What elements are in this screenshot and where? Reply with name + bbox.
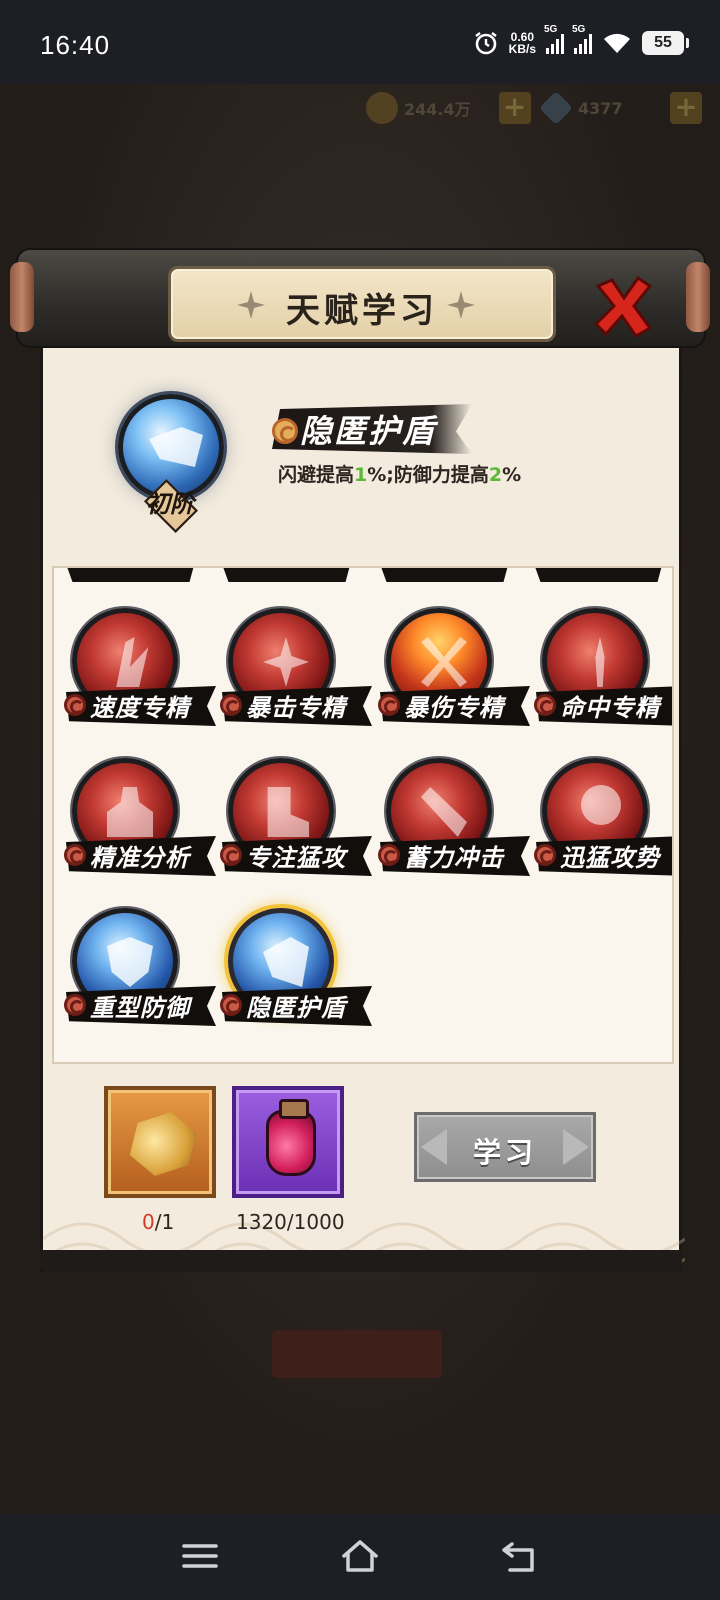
partially-scrolled-row	[54, 568, 672, 582]
talent-grid[interactable]: 速度专精 暴击专精 暴伤专精 命中专精 精准分析 专注猛攻 蓄力冲击 迅猛攻势	[52, 566, 674, 1064]
talent-item[interactable]: 专注猛攻	[216, 754, 372, 884]
swirl-icon	[64, 694, 86, 716]
background-button	[272, 1330, 442, 1378]
swirl-icon	[220, 994, 242, 1016]
wifi-icon	[604, 33, 630, 53]
scroll-cap-right	[686, 262, 710, 332]
net-speed: 0.60 KB/s	[508, 30, 536, 56]
coin-resource: 244.4万 +	[366, 90, 531, 126]
potion-slot[interactable]	[232, 1086, 344, 1198]
gem-resource: 4377	[539, 90, 623, 126]
coin-icon	[366, 92, 398, 124]
talent-label: 专注猛攻	[246, 843, 346, 872]
talent-item[interactable]: 暴伤专精	[374, 604, 530, 734]
talent-item-selected[interactable]: 隐匿护盾	[216, 904, 372, 1034]
talent-label: 暴击专精	[246, 693, 346, 722]
swirl-icon	[378, 844, 400, 866]
swirl-icon	[534, 844, 556, 866]
home-icon[interactable]	[338, 1536, 382, 1576]
gem-icon	[539, 91, 573, 125]
menu-icon[interactable]	[178, 1536, 222, 1576]
signal-icon: 5G	[544, 24, 564, 54]
talent-label: 重型防御	[90, 993, 190, 1022]
talent-label: 隐匿护盾	[246, 993, 346, 1022]
close-button[interactable]	[592, 276, 654, 338]
talent-label: 速度专精	[90, 693, 190, 722]
talent-label: 暴伤专精	[404, 693, 504, 722]
system-nav-bar	[0, 1514, 720, 1600]
talent-item[interactable]: 精准分析	[60, 754, 216, 884]
status-bar: 16:40 0.60 KB/s 5G 5G 55	[0, 0, 720, 84]
selected-skill-name: 隐匿护盾	[300, 412, 437, 450]
swirl-icon	[378, 694, 400, 716]
talent-item[interactable]: 速度专精	[60, 604, 216, 734]
back-icon[interactable]	[498, 1536, 542, 1576]
talent-label: 命中专精	[560, 693, 660, 722]
selected-skill-desc: 闪避提高1%;防御力提高2%	[278, 464, 522, 486]
talent-label: 精准分析	[90, 843, 190, 872]
swirl-icon	[220, 844, 242, 866]
potion-jar-icon	[266, 1099, 316, 1176]
rank-label: 初阶	[146, 489, 194, 518]
talent-label: 蓄力冲击	[404, 843, 504, 872]
learn-button[interactable]: 学习	[414, 1112, 596, 1182]
talent-token-slot[interactable]	[104, 1086, 216, 1198]
alarm-icon	[474, 32, 497, 55]
talent-item[interactable]: 暴击专精	[216, 604, 372, 734]
talent-item[interactable]: 重型防御	[60, 904, 216, 1034]
talent-item[interactable]: 命中专精	[530, 604, 672, 734]
scroll-bottom	[40, 1250, 682, 1272]
swirl-icon	[534, 694, 556, 716]
token-count: 0/1	[142, 1210, 175, 1234]
potion-count: 1320/1000	[236, 1210, 345, 1234]
title-plate: 天赋学习	[168, 266, 556, 342]
battery-icon: 55	[642, 31, 689, 55]
status-icons: 0.60 KB/s 5G 5G 55	[473, 24, 689, 56]
talent-token-icon	[121, 1107, 205, 1182]
swirl-icon	[272, 418, 298, 444]
swirl-icon	[64, 994, 86, 1016]
plus-icon: +	[670, 92, 702, 124]
scroll-cap-left	[10, 262, 34, 332]
talent-label: 迅猛攻势	[560, 843, 660, 872]
swirl-icon	[64, 844, 86, 866]
signal-icon: 5G	[572, 24, 592, 54]
talent-item[interactable]: 迅猛攻势	[530, 754, 672, 884]
dialog-title: 天赋学习	[286, 291, 438, 331]
plus-icon: +	[498, 92, 531, 124]
talent-item[interactable]: 蓄力冲击	[374, 754, 530, 884]
shuriken-icon	[447, 291, 475, 319]
status-time: 16:40	[40, 30, 111, 60]
swirl-icon	[220, 694, 242, 716]
